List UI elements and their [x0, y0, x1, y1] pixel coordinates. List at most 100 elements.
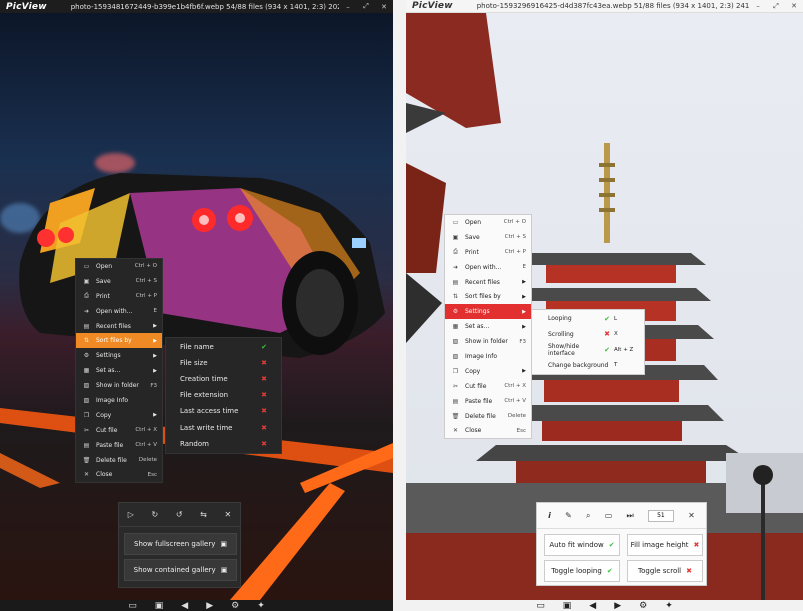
submenu-arrow-icon: ▶ — [522, 293, 526, 300]
page-number-input[interactable] — [647, 509, 674, 522]
fullscreen-button[interactable]: ⤢ — [767, 0, 785, 13]
sort-option-file-size[interactable]: File size ✖ — [166, 355, 281, 371]
menu-item-paste-file[interactable]: ▤ Paste file Ctrl + V — [76, 438, 162, 453]
right-window: PicView photo-1593296916425-d4d387fc43ea… — [406, 0, 803, 611]
paste-file-icon: ▤ — [83, 441, 90, 449]
menu-item-open-with[interactable]: ➜ Open with... E — [445, 260, 531, 275]
settings-icon[interactable]: ⚙ — [231, 601, 239, 611]
settings-option-show-hide-interface[interactable]: Show/hide interface ✔ Alt + Z — [532, 342, 644, 358]
menu-item-sort-files-by[interactable]: ⇅ Sort files by ▶ — [76, 333, 162, 349]
next-icon[interactable]: ▶ — [614, 601, 621, 611]
edit-icon[interactable]: ✎ — [565, 511, 572, 520]
menu-item-open[interactable]: ▭ Open Ctrl + O — [76, 259, 162, 274]
info-icon[interactable]: i — [548, 511, 551, 520]
menu-item-image-info[interactable]: ▧ Image Info — [76, 393, 162, 408]
menu-item-copy[interactable]: ❐ Copy ▶ — [76, 408, 162, 423]
minimize-button[interactable]: – — [339, 0, 357, 13]
crop-icon[interactable]: ▭ — [605, 511, 613, 520]
gallery-toggle-icon[interactable]: ▣ — [563, 601, 572, 611]
menu-item-delete-file[interactable]: 🗑 Delete file Delete — [76, 453, 162, 468]
settings-icon[interactable]: ⚙ — [639, 601, 647, 611]
menu-item-show-in-folder[interactable]: ▨ Show in folder F3 — [445, 334, 531, 349]
rotate-left-icon[interactable]: ↺ — [176, 510, 183, 519]
menu-item-show-in-folder[interactable]: ▨ Show in folder F3 — [76, 378, 162, 393]
right-titlebar[interactable]: PicView photo-1593296916425-d4d387fc43ea… — [406, 0, 803, 13]
zoom-icon[interactable]: ⌕ — [586, 511, 590, 521]
menu-item-recent-files[interactable]: ▤ Recent files ▶ — [76, 319, 162, 334]
menu-item-settings[interactable]: ⚙ Settings ▶ — [76, 348, 162, 363]
menu-item-paste-file[interactable]: ▤ Paste file Ctrl + V — [445, 394, 531, 409]
open-file-icon[interactable]: ▭ — [128, 601, 137, 611]
left-titlebar[interactable]: PicView photo-1593481672449-b399e1b4fb6f… — [0, 0, 393, 13]
menu-item-label: Paste file — [465, 397, 493, 405]
previous-icon[interactable]: ◀ — [181, 601, 188, 611]
menu-item-label: Open with... — [96, 307, 133, 315]
sort-option-file-name[interactable]: File name ✔ — [166, 339, 281, 355]
menu-item-print[interactable]: ⎙ Print Ctrl + P — [76, 289, 162, 304]
menu-item-save[interactable]: ▣ Save Ctrl + S — [445, 230, 531, 245]
window-gap — [393, 0, 406, 611]
sort-option-file-extension[interactable]: File extension ✖ — [166, 387, 281, 403]
close-icon: ✕ — [452, 427, 459, 435]
close-button[interactable]: ✕ — [785, 0, 803, 13]
go-to-icon[interactable]: ⏭ — [626, 511, 633, 521]
flip-icon[interactable]: ⇆ — [200, 510, 207, 519]
settings-option-change-background[interactable]: Change background T — [532, 358, 644, 374]
tools-icon[interactable]: ✦ — [257, 601, 265, 611]
next-icon[interactable]: ▶ — [206, 601, 213, 611]
close-button[interactable]: ✕ — [375, 0, 393, 13]
menu-item-print[interactable]: ⎙ Print Ctrl + P — [445, 245, 531, 260]
submenu-arrow-icon: ▶ — [522, 308, 526, 315]
menu-item-open[interactable]: ▭ Open Ctrl + O — [445, 215, 531, 230]
menu-item-set-as[interactable]: ▦ Set as... ▶ — [76, 363, 162, 378]
settings-option-scrolling[interactable]: Scrolling ✖ X — [532, 327, 644, 343]
contained-gallery-button[interactable]: Show contained gallery ▣ — [124, 559, 237, 581]
menu-item-cut-file[interactable]: ✂ Cut file Ctrl + X — [445, 379, 531, 394]
close-panel-icon[interactable]: ✕ — [688, 511, 695, 520]
sort-option-random[interactable]: Random ✖ — [166, 436, 281, 452]
menu-item-settings[interactable]: ⚙ Settings ▶ — [445, 304, 531, 320]
menu-item-label: Copy — [465, 367, 481, 375]
show-in-folder-icon: ▨ — [452, 338, 459, 346]
sort-option-last-access-time[interactable]: Last access time ✖ — [166, 403, 281, 419]
sort-option-label: Random — [180, 439, 209, 448]
fullscreen-gallery-button[interactable]: Show fullscreen gallery ▣ — [124, 533, 237, 555]
toggle-scroll-button[interactable]: Toggle scroll ✖ — [627, 560, 703, 582]
gallery-toggle-icon[interactable]: ▣ — [155, 601, 164, 611]
previous-icon[interactable]: ◀ — [589, 601, 596, 611]
slideshow-icon[interactable]: ▷ — [128, 510, 134, 519]
minimize-button[interactable]: – — [749, 0, 767, 13]
fullscreen-button[interactable]: ⤢ — [357, 0, 375, 13]
menu-item-open-with[interactable]: ➜ Open with... E — [76, 304, 162, 319]
image-info-icon: ▧ — [83, 396, 90, 404]
tools-icon[interactable]: ✦ — [665, 601, 673, 611]
menu-item-copy[interactable]: ❐ Copy ▶ — [445, 364, 531, 379]
settings-option-looping[interactable]: Looping ✔ L — [532, 311, 644, 327]
toggle-looping-button[interactable]: Toggle looping ✔ — [544, 560, 620, 582]
recent-files-icon: ▤ — [83, 322, 90, 330]
menu-item-cut-file[interactable]: ✂ Cut file Ctrl + X — [76, 423, 162, 438]
fill-image-height-button[interactable]: Fill image height ✖ — [627, 534, 703, 556]
menu-item-label: Copy — [96, 411, 112, 419]
settings-icon: ⚙ — [452, 308, 459, 316]
menu-item-set-as[interactable]: ▦ Set as... ▶ — [445, 319, 531, 334]
quick-settings-panel: i ✎ ⌕ ▭ ⏭ ✕ Auto fit window ✔ Fill image h… — [536, 502, 707, 586]
sort-option-last-write-time[interactable]: Last write time ✖ — [166, 419, 281, 435]
auto-fit-window-button[interactable]: Auto fit window ✔ — [544, 534, 620, 556]
menu-item-delete-file[interactable]: 🗑 Delete file Delete — [445, 409, 531, 424]
rotate-right-icon[interactable]: ↻ — [152, 510, 159, 519]
menu-item-save[interactable]: ▣ Save Ctrl + S — [76, 274, 162, 289]
menu-item-sort-files-by[interactable]: ⇅ Sort files by ▶ — [445, 289, 531, 304]
menu-item-close[interactable]: ✕ Close Esc — [76, 467, 162, 482]
menu-item-close[interactable]: ✕ Close Esc — [445, 423, 531, 438]
menu-item-label: Image Info — [96, 396, 129, 404]
menu-item-image-info[interactable]: ▧ Image Info — [445, 349, 531, 364]
close-panel-icon[interactable]: ✕ — [224, 510, 231, 519]
cross-icon: ✖ — [261, 423, 267, 432]
menu-item-recent-files[interactable]: ▤ Recent files ▶ — [445, 275, 531, 290]
window-title: photo-1593296916425-d4d387fc43ea.webp 51… — [476, 2, 749, 10]
open-file-icon[interactable]: ▭ — [536, 601, 545, 611]
shortcut-label: Esc — [516, 427, 526, 434]
open-with-icon: ➜ — [83, 307, 90, 315]
sort-option-creation-time[interactable]: Creation time ✖ — [166, 371, 281, 387]
